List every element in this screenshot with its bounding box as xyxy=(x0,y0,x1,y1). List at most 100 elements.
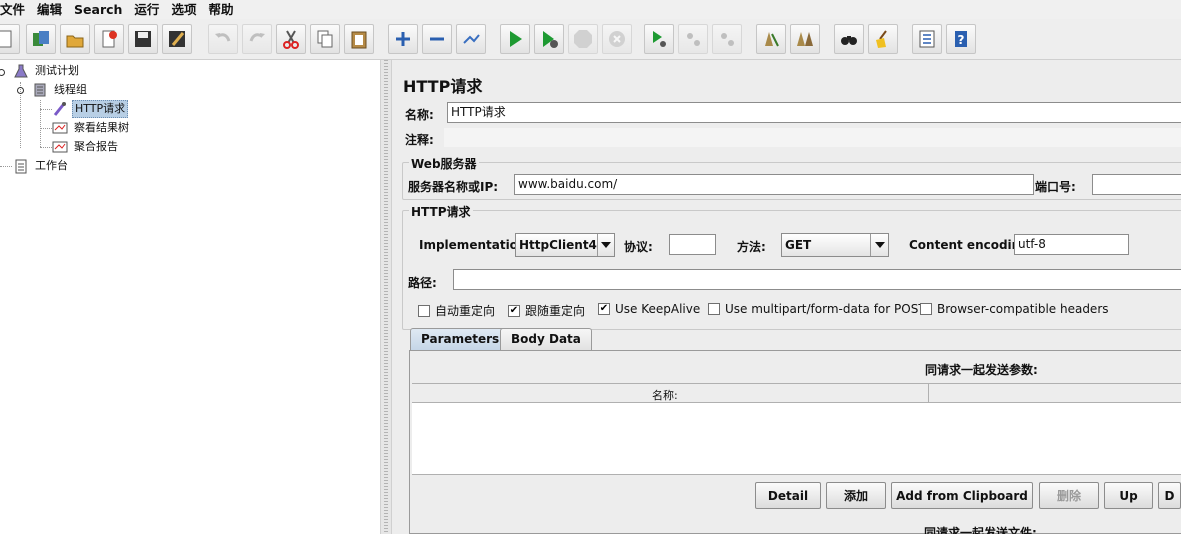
menu-search[interactable]: Search xyxy=(68,0,128,19)
add-button[interactable]: 添加 xyxy=(826,482,886,509)
templates-button[interactable] xyxy=(26,24,56,54)
close-button[interactable] xyxy=(94,24,124,54)
menu-bar: 文件 编辑 Search 运行 选项 帮助 xyxy=(0,0,1181,19)
keepalive-checkbox[interactable]: ✔ Use KeepAlive xyxy=(598,302,700,316)
port-label: 端口号: xyxy=(1035,180,1076,194)
tree-node-thread-group[interactable]: 线程组 xyxy=(32,81,89,99)
server-input[interactable]: www.baidu.com/ xyxy=(514,174,1034,195)
splitter[interactable] xyxy=(380,60,392,534)
encoding-input[interactable]: utf-8 xyxy=(1014,234,1129,255)
redo-button[interactable] xyxy=(242,24,272,54)
flask-icon xyxy=(13,63,29,79)
clear-all-button[interactable] xyxy=(790,24,820,54)
files-title: 同请求一起发送文件: xyxy=(924,526,1037,534)
templates-icon xyxy=(33,31,49,46)
name-label: 名称: xyxy=(405,108,434,122)
name-input[interactable]: HTTP请求 xyxy=(447,102,1181,123)
clear-icon xyxy=(765,32,779,47)
implementation-select[interactable]: HttpClient4 xyxy=(515,233,615,257)
protocol-input[interactable] xyxy=(669,234,716,255)
tree-node-test-plan[interactable]: 测试计划 xyxy=(13,62,81,80)
search-icon xyxy=(841,36,857,45)
menu-run[interactable]: 运行 xyxy=(128,0,165,19)
detail-button[interactable]: Detail xyxy=(755,482,821,509)
panel-title: HTTP请求 xyxy=(403,77,483,96)
save-button[interactable] xyxy=(128,24,158,54)
thread-group-icon xyxy=(32,82,48,98)
http-request-group-title: HTTP请求 xyxy=(409,203,473,220)
expand-button[interactable] xyxy=(388,24,418,54)
reset-search-icon xyxy=(876,30,887,48)
open-icon xyxy=(66,35,84,48)
remote-stop-button[interactable] xyxy=(678,24,708,54)
expand-handle-icon[interactable] xyxy=(16,86,25,95)
port-input[interactable] xyxy=(1092,174,1181,195)
multipart-checkbox[interactable]: Use multipart/form-data for POST xyxy=(708,302,926,316)
browser-headers-checkbox[interactable]: Browser-compatible headers xyxy=(920,302,1109,316)
new-icon xyxy=(0,30,12,48)
expand-handle-icon[interactable] xyxy=(0,68,6,77)
chevron-down-icon xyxy=(870,234,888,256)
tab-body-data[interactable]: Body Data xyxy=(500,328,592,350)
paste-button[interactable] xyxy=(344,24,374,54)
reset-search-button[interactable] xyxy=(868,24,898,54)
svg-text:?: ? xyxy=(958,33,965,47)
method-select[interactable]: GET xyxy=(781,233,889,257)
clipboard-icon xyxy=(13,158,29,174)
function-helper-button[interactable] xyxy=(912,24,942,54)
params-table-body[interactable] xyxy=(412,403,1181,475)
checkmark-icon: ✔ xyxy=(598,303,610,315)
remote-start-icon xyxy=(653,31,666,47)
copy-icon xyxy=(317,30,333,48)
tree-node-view-results-tree[interactable]: 察看结果树 xyxy=(52,119,131,137)
tab-parameters[interactable]: Parameters xyxy=(410,328,511,350)
comment-label: 注释: xyxy=(405,133,434,147)
follow-redirect-checkbox[interactable]: ✔ 跟随重定向 xyxy=(508,302,585,319)
cut-button[interactable] xyxy=(276,24,306,54)
undo-button[interactable] xyxy=(208,24,238,54)
comment-input[interactable] xyxy=(444,128,1181,147)
search-button[interactable] xyxy=(834,24,864,54)
new-button[interactable] xyxy=(0,24,20,54)
clear-all-icon xyxy=(797,32,813,46)
remote-start-button[interactable] xyxy=(644,24,674,54)
shutdown-button[interactable] xyxy=(602,24,632,54)
copy-button[interactable] xyxy=(310,24,340,54)
pipette-icon xyxy=(52,101,68,117)
add-from-clipboard-button[interactable]: Add from Clipboard xyxy=(891,482,1033,509)
toggle-button[interactable] xyxy=(456,24,486,54)
undo-icon xyxy=(215,33,231,42)
start-icon xyxy=(510,31,522,47)
save-as-button[interactable] xyxy=(162,24,192,54)
tree-node-http-request[interactable]: HTTP请求 xyxy=(52,100,129,118)
listener-icon xyxy=(52,139,68,155)
menu-file[interactable]: 文件 xyxy=(0,0,31,19)
test-plan-tree: 测试计划 线程组 HTTP请求 察看结果树 聚合报告 工作台 xyxy=(0,60,380,534)
up-button[interactable]: Up xyxy=(1104,482,1153,509)
menu-edit[interactable]: 编辑 xyxy=(31,0,68,19)
delete-button[interactable]: 删除 xyxy=(1039,482,1099,509)
http-request-panel: HTTP请求 名称: HTTP请求 注释: Web服务器 服务器名称或IP: w… xyxy=(392,60,1181,534)
menu-help[interactable]: 帮助 xyxy=(202,0,239,19)
help-button[interactable]: ? xyxy=(946,24,976,54)
stop-icon xyxy=(574,30,592,48)
close-icon xyxy=(102,30,117,48)
open-button[interactable] xyxy=(60,24,90,54)
start-button[interactable] xyxy=(500,24,530,54)
web-server-group-title: Web服务器 xyxy=(409,155,479,172)
menu-options[interactable]: 选项 xyxy=(165,0,202,19)
checkbox-box xyxy=(920,303,932,315)
tree-node-aggregate-report[interactable]: 聚合报告 xyxy=(52,138,120,156)
stop-button[interactable] xyxy=(568,24,598,54)
collapse-button[interactable] xyxy=(422,24,452,54)
server-label: 服务器名称或IP: xyxy=(408,180,499,194)
toolbar: ? xyxy=(0,19,1181,60)
remote-shutdown-button[interactable] xyxy=(712,24,742,54)
start-no-pause-button[interactable] xyxy=(534,24,564,54)
clear-button[interactable] xyxy=(756,24,786,54)
remote-stop-icon xyxy=(687,33,700,46)
auto-redirect-checkbox[interactable]: 自动重定向 xyxy=(418,302,495,319)
path-input[interactable] xyxy=(453,269,1181,290)
tree-node-workbench[interactable]: 工作台 xyxy=(13,157,70,175)
down-button[interactable]: D xyxy=(1158,482,1181,509)
